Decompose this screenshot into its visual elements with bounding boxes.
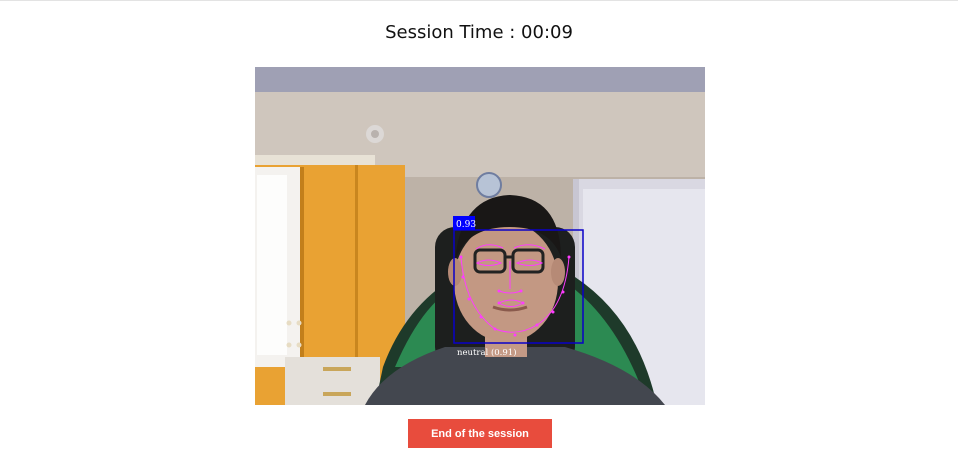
webcam-video-feed: 0.93 neutral (0.91) [255,67,705,405]
wall-clock [476,172,502,198]
expression-label: neutral (0.91) [457,347,517,358]
detection-score: 0.93 [456,220,476,230]
webcam-frame: 0.93 neutral (0.91) [255,67,705,405]
session-time-title: Session Time : 00:09 [385,22,573,43]
end-session-button[interactable]: End of the session [408,419,552,448]
top-divider [0,0,958,1]
orange-wardrobe [255,155,405,405]
